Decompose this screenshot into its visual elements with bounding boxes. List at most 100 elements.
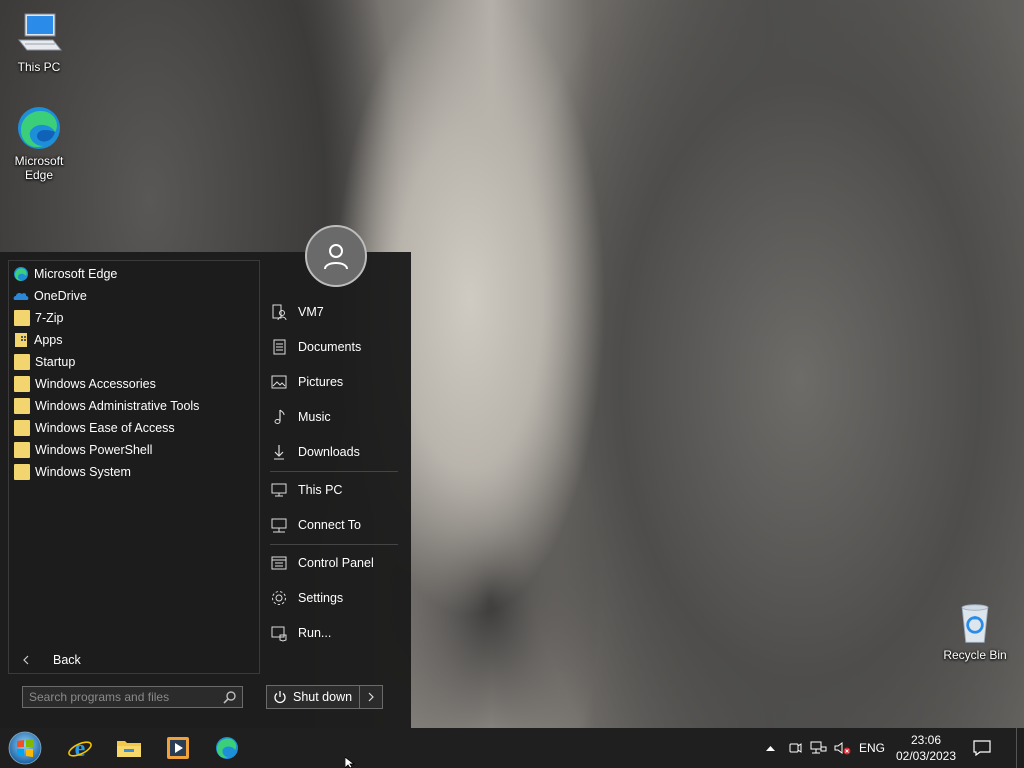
folder-icon	[14, 310, 30, 326]
start-button[interactable]	[6, 730, 44, 766]
desktop-icon-label: This PC	[17, 60, 61, 74]
folder-icon	[14, 420, 30, 436]
connect-icon	[271, 518, 287, 533]
folder-icon	[14, 354, 30, 370]
desktop-icon-this-pc[interactable]: This PC	[1, 10, 77, 74]
place-label: This PC	[298, 483, 343, 497]
place-music[interactable]: Music	[266, 403, 402, 431]
tray-language[interactable]: ENG	[856, 728, 888, 768]
program-item-label: Microsoft Edge	[34, 267, 118, 281]
folder-icon	[14, 464, 30, 480]
computer-icon	[271, 483, 287, 497]
tray-meet-now[interactable]	[786, 728, 804, 768]
user-folder-icon	[272, 304, 287, 321]
search-icon[interactable]	[222, 689, 238, 705]
clock-time: 23:06	[910, 733, 942, 747]
place-label: Music	[298, 410, 331, 424]
volume-muted-icon	[834, 742, 851, 755]
user-avatar[interactable]	[305, 225, 367, 287]
program-item-7-zip[interactable]: 7-Zip	[9, 307, 259, 329]
place-this-pc[interactable]: This PC	[266, 476, 402, 504]
show-hidden-icons-button[interactable]	[762, 728, 778, 768]
search-input[interactable]	[23, 687, 222, 707]
notification-icon	[973, 740, 991, 756]
search-box	[22, 686, 243, 708]
tray-network[interactable]	[808, 728, 828, 768]
edge-icon	[18, 107, 60, 149]
program-list: Microsoft Edge OneDrive 7-Zip Apps Start…	[8, 260, 260, 674]
place-run[interactable]: Run...	[266, 619, 402, 647]
webcam-icon	[789, 743, 802, 753]
program-item-onedrive[interactable]: OneDrive	[9, 285, 259, 307]
shutdown-label: Shut down	[293, 690, 353, 704]
run-icon	[271, 626, 287, 642]
place-label: VM7	[298, 305, 324, 319]
place-downloads[interactable]: Downloads	[266, 438, 402, 466]
program-item-windows-accessories[interactable]: Windows Accessories	[9, 373, 259, 395]
tray-clock[interactable]: 23:06 02/03/2023	[892, 728, 960, 768]
desktop-icon-label: Recycle Bin	[943, 648, 1007, 662]
program-item-label: Windows PowerShell	[35, 443, 153, 457]
shutdown-options-button[interactable]	[360, 686, 382, 708]
back-button[interactable]: Back	[8, 647, 260, 674]
place-documents[interactable]: Documents	[266, 333, 402, 361]
chevron-right-icon	[368, 692, 374, 702]
program-item-windows-administrative-tools[interactable]: Windows Administrative Tools	[9, 395, 259, 417]
clock-date: 02/03/2023	[895, 749, 957, 763]
place-label: Run...	[298, 626, 332, 640]
computer-icon	[17, 13, 63, 51]
program-item-label: Windows Accessories	[35, 377, 156, 391]
shutdown-button[interactable]: Shut down	[267, 686, 360, 708]
program-item-label: Windows Administrative Tools	[35, 399, 200, 413]
places-divider	[270, 471, 398, 472]
tray-volume[interactable]	[832, 728, 852, 768]
place-label: Control Panel	[298, 556, 374, 570]
taskbar-media-player[interactable]	[162, 732, 194, 764]
taskbar-edge[interactable]	[211, 732, 243, 764]
folder-icon	[14, 376, 30, 392]
action-center-button[interactable]	[966, 728, 998, 768]
program-item-label: OneDrive	[34, 289, 87, 303]
program-item-label: Windows System	[35, 465, 131, 479]
onedrive-icon	[13, 292, 29, 300]
taskbar-internet-explorer[interactable]: e	[64, 732, 96, 764]
mouse-cursor-icon	[345, 757, 356, 768]
place-settings[interactable]: Settings	[266, 584, 402, 612]
network-icon	[810, 741, 827, 754]
edge-icon	[14, 267, 28, 281]
program-item-label: Startup	[35, 355, 76, 369]
program-item-windows-system[interactable]: Windows System	[9, 461, 259, 483]
music-note-icon	[274, 409, 285, 424]
svg-text:e: e	[75, 736, 86, 761]
place-pictures[interactable]: Pictures	[266, 368, 402, 396]
picture-icon	[271, 375, 287, 389]
show-desktop-button[interactable]	[1016, 728, 1024, 768]
folder-icon	[117, 741, 141, 757]
edge-icon	[216, 737, 238, 759]
place-connect-to[interactable]: Connect To	[266, 511, 402, 539]
program-item-windows-powershell[interactable]: Windows PowerShell	[9, 439, 259, 461]
places-divider	[270, 544, 398, 545]
program-item-microsoft-edge[interactable]: Microsoft Edge	[9, 263, 259, 285]
program-item-apps[interactable]: Apps	[9, 329, 259, 351]
desktop-icon-label: Microsoft Edge	[14, 154, 64, 182]
download-icon	[274, 445, 284, 460]
place-user-folder[interactable]: VM7	[266, 298, 402, 326]
place-label: Connect To	[298, 518, 362, 532]
user-icon	[324, 244, 348, 270]
program-item-label: Windows Ease of Access	[35, 421, 175, 435]
program-item-startup[interactable]: Startup	[9, 351, 259, 373]
power-icon	[274, 691, 286, 704]
apps-folder-icon	[15, 333, 27, 347]
desktop-icon-recycle-bin[interactable]: Recycle Bin	[937, 602, 1013, 662]
program-item-windows-ease-of-access[interactable]: Windows Ease of Access	[9, 417, 259, 439]
internet-explorer-icon: e	[68, 736, 92, 761]
chevron-left-icon	[23, 655, 29, 665]
program-item-label: Apps	[34, 333, 63, 347]
taskbar-file-explorer[interactable]	[113, 732, 145, 764]
place-control-panel[interactable]: Control Panel	[266, 549, 402, 577]
folder-icon	[14, 398, 30, 414]
taskbar: e ENG 23:06 02/03/2023	[0, 728, 1024, 768]
desktop-icon-edge[interactable]: Microsoft Edge	[1, 104, 77, 182]
program-item-label: 7-Zip	[35, 311, 64, 325]
